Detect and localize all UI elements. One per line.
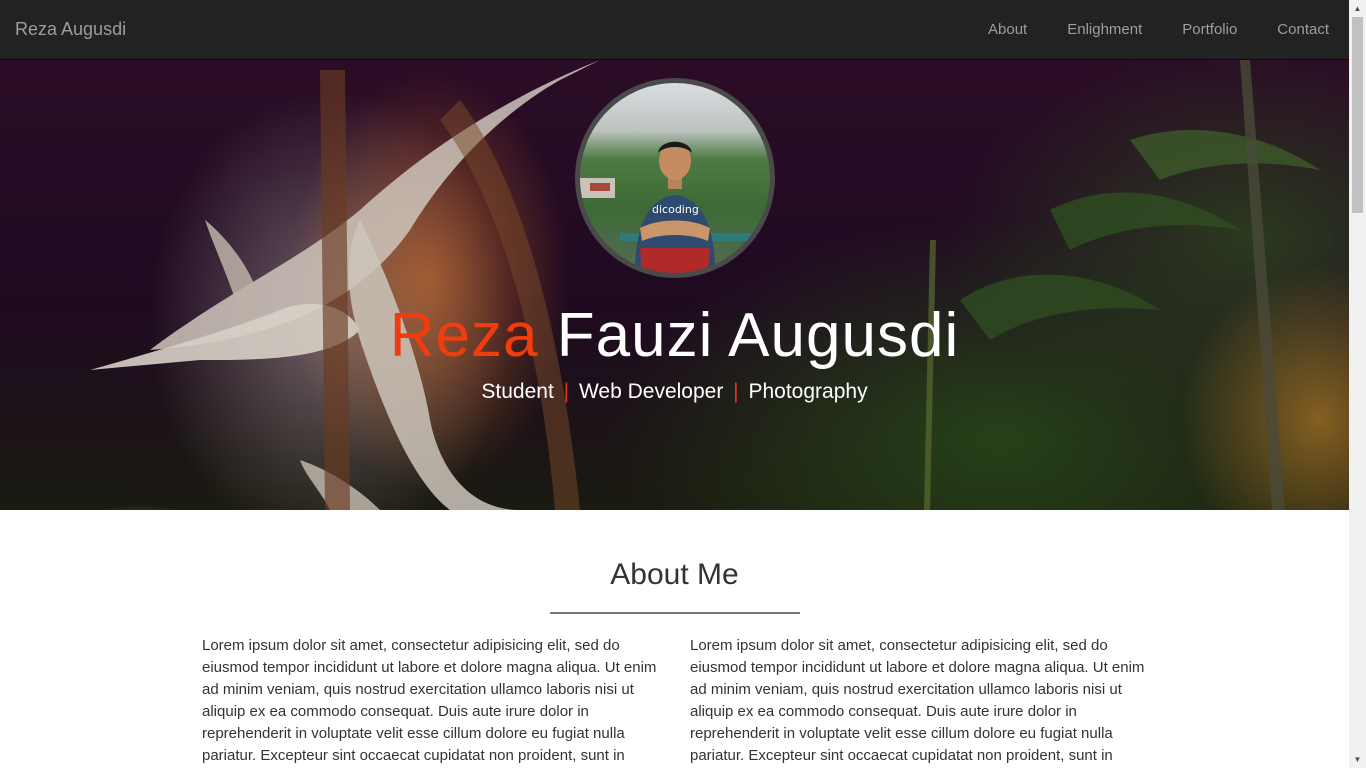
nav-item-contact[interactable]: Contact (1257, 0, 1349, 59)
svg-text:dicoding: dicoding (652, 203, 699, 216)
profile-photo: dicoding (575, 78, 775, 278)
profile-photo-figure: dicoding (580, 141, 770, 273)
role-web-developer: Web Developer (578, 380, 724, 403)
scroll-up-arrow-icon[interactable]: ▲ (1349, 0, 1366, 17)
brand-link[interactable]: Reza Augusdi (0, 19, 126, 40)
hero-banner: dicoding Reza Fauzi Augusdi Student | We… (0, 60, 1349, 510)
about-text-left: Lorem ipsum dolor sit amet, consectetur … (202, 637, 657, 764)
about-text-right: Lorem ipsum dolor sit amet, consectetur … (690, 637, 1145, 764)
nav-item-portfolio[interactable]: Portfolio (1162, 0, 1257, 59)
nav-item-enlighment[interactable]: Enlighment (1047, 0, 1162, 59)
nav-item-about[interactable]: About (968, 0, 1047, 59)
scroll-down-arrow-icon[interactable]: ▼ (1349, 751, 1366, 768)
hero-name-first: Reza (389, 301, 539, 370)
hero-roles: Student | Web Developer | Photography (0, 380, 1349, 404)
hero-name-rest: Fauzi Augusdi (556, 301, 960, 370)
nav-menu: About Enlighment Portfolio Contact (968, 0, 1349, 59)
role-separator: | (563, 380, 570, 403)
navbar: Reza Augusdi About Enlighment Portfolio … (0, 0, 1349, 60)
role-separator: | (733, 380, 739, 403)
about-divider (550, 612, 800, 614)
hero-name: Reza Fauzi Augusdi (0, 300, 1349, 371)
scrollbar-thumb[interactable] (1352, 17, 1363, 213)
role-student: Student (481, 380, 554, 403)
role-photography: Photography (748, 380, 868, 403)
about-heading: About Me (610, 558, 739, 591)
page-scrollbar[interactable]: ▲ ▼ (1349, 0, 1366, 768)
